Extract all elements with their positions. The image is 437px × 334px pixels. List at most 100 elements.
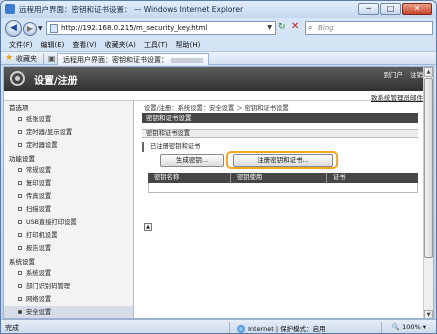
generate-key-button[interactable]: 生成密钥... <box>160 154 224 167</box>
favorites-bar: ★ 收藏夹 ▣ 远程用户界面：密钥和证书设置： <box>1 51 436 65</box>
maximize-button[interactable]: □ <box>380 3 401 15</box>
bullet-icon <box>18 220 22 224</box>
forward-arrow-icon[interactable]: ▶ <box>23 22 37 36</box>
bullet-icon <box>18 233 22 237</box>
sidebar-item-printer[interactable]: 打印机设置 <box>4 229 133 242</box>
sidebar-item-label: 扫描设置 <box>26 206 52 213</box>
divider <box>229 322 230 333</box>
minimize-button[interactable]: ─ <box>358 3 379 15</box>
favorites-label[interactable]: 收藏夹 <box>16 54 37 64</box>
menu-view[interactable]: 查看(V) <box>68 39 100 51</box>
menu-favorites[interactable]: 收藏夹(A) <box>101 39 140 51</box>
menu-help[interactable]: 帮助(H) <box>172 39 205 51</box>
browser-window: 远程用户界面：密钥和证书设置： — Windows Internet Explo… <box>0 0 437 334</box>
bullet-icon <box>18 284 22 288</box>
page-content: 设置/注册 到门户 注销 致系统管理员邮件 首选项 纸张设置 定时器/显示设置 … <box>3 66 434 319</box>
sidebar-item-system[interactable]: 系统设置 <box>4 267 133 280</box>
sidebar-item-timer-display[interactable]: 定时器/显示设置 <box>4 126 133 139</box>
sidebar: 首选项 纸张设置 定时器/显示设置 定时器设置 功能设置 常规设置 复印设置 传… <box>4 101 134 318</box>
search-placeholder: Bing <box>318 24 334 32</box>
page-icon <box>50 24 58 33</box>
bullet-icon <box>18 181 22 185</box>
sidebar-item-paper[interactable]: 纸张设置 <box>4 113 133 126</box>
sidebar-item-general[interactable]: 常规设置 <box>4 164 133 177</box>
security-zone[interactable]: Internet | 保护模式：启用 <box>237 323 326 333</box>
sidebar-item-timer[interactable]: 定时器设置 <box>4 139 133 152</box>
address-url[interactable]: http://192.168.0.215/m_security_key.html <box>61 24 207 32</box>
breadcrumb: 设置/注册：系统设置：安全设置 ＞ 密钥和证书设置 <box>144 105 289 112</box>
favorites-star-icon[interactable]: ★ <box>5 53 13 63</box>
key-table: 密钥名称 密钥使用 证书 <box>148 173 418 193</box>
sidebar-item-fax[interactable]: 传真设置 <box>4 190 133 203</box>
stop-icon[interactable]: ✕ <box>291 21 299 32</box>
sidebar-item-label: USB直接打印设置 <box>26 219 77 226</box>
scroll-down-arrow-icon[interactable]: ▼ <box>424 310 433 318</box>
ie-app-icon <box>5 4 15 14</box>
close-button[interactable]: ✕ <box>402 3 432 15</box>
menu-bar: 文件(F) 编辑(E) 查看(V) 收藏夹(A) 工具(T) 帮助(H) <box>1 39 436 51</box>
zoom-icon: 🔍 <box>391 323 400 331</box>
table-row <box>148 183 418 193</box>
sidebar-item-label: 安全设置 <box>26 309 52 316</box>
refresh-icon[interactable]: ↻ <box>278 22 286 32</box>
zoom-level[interactable]: 🔍 100% ▾ <box>392 323 426 331</box>
sidebar-item-usb-print[interactable]: USB直接打印设置 <box>4 216 133 229</box>
button-row: 生成密钥... 注册密钥和证书... <box>148 151 418 174</box>
sidebar-item-label: 传真设置 <box>26 193 52 200</box>
back-arrow-icon[interactable]: ◀ <box>5 20 22 37</box>
section-title: 密钥和证书设置 <box>142 129 418 138</box>
divider <box>381 322 382 333</box>
menu-tools[interactable]: 工具(T) <box>140 39 172 51</box>
column-header-key-name: 密钥名称 <box>154 174 180 181</box>
bullet-icon <box>18 130 22 134</box>
tab-page-icon: ▣ <box>48 54 56 63</box>
portal-link[interactable]: 到门户 <box>382 69 406 79</box>
menu-edit[interactable]: 编辑(E) <box>37 39 69 51</box>
sidebar-section-preferences: 首选项 <box>9 104 29 112</box>
sidebar-item-report[interactable]: 报告设置 <box>4 242 133 255</box>
main-panel: 设置/注册：系统设置：安全设置 ＞ 密钥和证书设置 密钥和证书设置 密钥和证书设… <box>142 101 430 318</box>
globe-icon <box>237 325 245 333</box>
sidebar-item-department-id[interactable]: 部门识别码管理 <box>4 280 133 293</box>
bullet-icon <box>18 310 22 314</box>
settings-logo-icon <box>10 71 25 86</box>
sidebar-item-network[interactable]: 网络设置 <box>4 293 133 306</box>
sidebar-item-label: 系统设置 <box>26 270 52 277</box>
sidebar-item-label: 复印设置 <box>26 180 52 187</box>
sidebar-item-label: 纸张设置 <box>26 116 52 123</box>
sidebar-item-label: 网络设置 <box>26 296 52 303</box>
history-dropdown-icon[interactable]: ▼ <box>38 25 43 32</box>
scrollbar-thumb[interactable] <box>424 78 433 258</box>
sidebar-item-label: 报告设置 <box>26 245 52 252</box>
divider <box>43 54 44 64</box>
sidebar-item-label: 常规设置 <box>26 167 52 174</box>
sidebar-item-scan[interactable]: 扫描设置 <box>4 203 133 216</box>
status-text: 完成 <box>5 324 19 332</box>
sidebar-item-copy[interactable]: 复印设置 <box>4 177 133 190</box>
vertical-scrollbar[interactable]: ▲ ▼ <box>423 67 433 318</box>
sidebar-item-label: 定时器/显示设置 <box>26 129 73 136</box>
register-key-certificate-button[interactable]: 注册密钥和证书... <box>233 154 333 167</box>
bullet-icon <box>18 117 22 121</box>
zone-label: Internet | 保护模式：启用 <box>248 325 326 333</box>
bullet-icon <box>18 143 22 147</box>
sidebar-item-label: 定时器设置 <box>26 142 58 149</box>
menu-file[interactable]: 文件(F) <box>5 39 37 51</box>
table-header-row: 密钥名称 密钥使用 证书 <box>148 173 418 183</box>
scroll-top-button[interactable]: ▲ <box>144 223 152 231</box>
search-input[interactable]: ⌕ Bing <box>305 21 433 35</box>
sidebar-item-label: 部门识别码管理 <box>26 283 71 290</box>
window-title: 远程用户界面：密钥和证书设置： — Windows Internet Explo… <box>19 5 244 14</box>
title-bar: 远程用户界面：密钥和证书设置： — Windows Internet Explo… <box>1 1 436 18</box>
zoom-value: 100% <box>402 323 421 331</box>
tab-current[interactable]: 远程用户界面：密钥和证书设置： <box>57 53 209 65</box>
sidebar-item-security[interactable]: 安全设置 <box>4 306 133 318</box>
sidebar-item-label: 打印机设置 <box>26 232 58 239</box>
tab-blurred-text <box>171 57 203 63</box>
column-header-certificate: 证书 <box>326 173 418 183</box>
bullet-icon <box>18 207 22 211</box>
address-row: ◀ ▶ ▼ http://192.168.0.215/m_security_ke… <box>1 18 436 39</box>
scroll-up-arrow-icon[interactable]: ▲ <box>424 67 433 77</box>
address-bar[interactable]: http://192.168.0.215/m_security_key.html… <box>46 21 276 35</box>
address-dropdown-icon[interactable]: ▼ <box>267 24 272 31</box>
